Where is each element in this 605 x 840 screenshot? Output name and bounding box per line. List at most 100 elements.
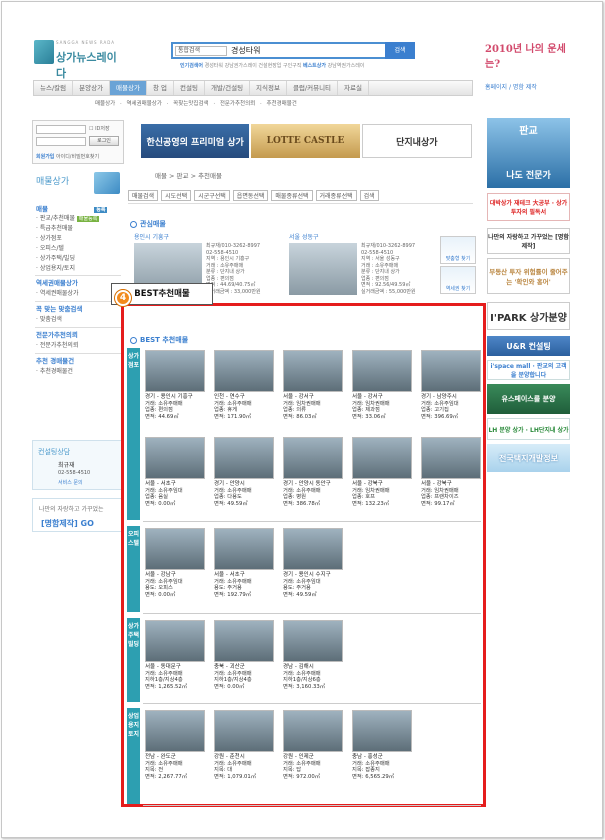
property-photo[interactable] [145, 528, 205, 570]
property-photo[interactable] [352, 350, 412, 392]
ad-business-card[interactable]: 나만의 자랑하고 가꾸었는 [명함제작] [487, 228, 570, 254]
nav-item[interactable]: 뉴스/칼럼 [34, 81, 74, 95]
property-photo[interactable] [214, 710, 274, 752]
menu-head[interactable]: 역세권매물상가 [36, 277, 78, 287]
ad-ipark[interactable]: I'PARK 상가분양 [487, 302, 570, 330]
sidebar-item[interactable]: · 상가주택/빌딩 [36, 253, 75, 262]
property-item[interactable]: 강원 - 인제군 거래: 소유주매매 지목: 답 면적: 972.00㎡ [283, 710, 347, 780]
station-search-link[interactable]: 역세권 찾기 [440, 266, 476, 294]
sidebar-item[interactable]: · 맞춤검색 [36, 314, 62, 323]
consult-box[interactable]: 컨설팅상담 최규재 02-558-4510 서비스 문의 [32, 440, 124, 490]
custom-search-link[interactable]: 맞춤형 찾기 [440, 236, 476, 264]
filter-select[interactable]: 읍면동선택 [232, 190, 269, 201]
ad-uspace[interactable]: 유스페이스를 분양 [487, 384, 570, 414]
login-button[interactable]: 로그인 [89, 136, 119, 146]
find-account-link[interactable]: 아이디/비밀번호찾기 [56, 154, 99, 160]
ad-pangyo[interactable]: 판교 나도 전문가 [487, 118, 570, 188]
id-input[interactable] [36, 125, 86, 134]
ad-store-investment[interactable]: 대박상가 재테크 大공부 · 상가투자의 필독서 [487, 193, 570, 221]
ad-lh-store[interactable]: LH 분양 상가 · LH단지내 상가 [487, 418, 570, 440]
ad-land-development[interactable]: 전국택지개발정보 [487, 444, 570, 472]
menu-head[interactable]: 꼭 맞는 맞춤검색 [36, 303, 82, 313]
property-photo[interactable] [283, 437, 343, 479]
nav-item[interactable]: 분양상가 [73, 81, 111, 95]
property-item[interactable]: 전남 - 완도군 거래: 소유주매매 지목: 전 면적: 2,267.77㎡ [145, 710, 209, 780]
banner-lotte-castle[interactable]: LOTTE CASTLE [251, 124, 360, 158]
property-item[interactable]: 서울 - 강남구 거래: 소유주임대 용도: 오피스 면적: 0.00㎡ [145, 528, 209, 598]
property-photo[interactable] [421, 437, 481, 479]
property-item[interactable]: 경기 - 용인시 수지구 거래: 소유주임대 용도: 주거용 면적: 49.59㎡ [283, 528, 347, 598]
sidebar-item[interactable]: · 판교/추천매물 매물등록 [36, 213, 100, 222]
nav-item[interactable]: 클럽/커뮤니티 [287, 81, 339, 95]
search-button[interactable]: 검색 [385, 42, 415, 59]
password-input[interactable] [36, 137, 86, 146]
nav-item[interactable]: 매물상가 [110, 81, 147, 95]
property-item[interactable]: 서울 - 강서구 거래: 임차권매매 업종: 제과점 면적: 33.06㎡ [352, 350, 416, 420]
property-photo[interactable] [352, 710, 412, 752]
property-item[interactable]: 인천 - 연수구 거래: 소유주매매 업종: 휴게 면적: 171.90㎡ [214, 350, 278, 420]
filter-select[interactable]: 매물종류선택 [271, 190, 313, 201]
homepage-card-link[interactable]: 홈페이지 / 명함 제작 [485, 82, 537, 91]
property-photo[interactable] [289, 243, 357, 295]
filter-select[interactable]: 거래종류선택 [315, 190, 357, 201]
property-photo[interactable] [145, 620, 205, 662]
property-photo[interactable] [214, 528, 274, 570]
property-item[interactable]: 경기 - 안양시 거래: 소유주매매 업종: 다용도 면적: 49.59㎡ [214, 437, 278, 507]
green-badge[interactable]: 매물등록 [76, 216, 100, 222]
nav-item[interactable]: 창 업 [147, 81, 174, 95]
category-tab[interactable]: 오피스텔 [127, 526, 140, 612]
property-photo[interactable] [421, 350, 481, 392]
search-input[interactable]: 경성타워 [231, 45, 260, 56]
property-photo[interactable] [352, 437, 412, 479]
property-photo[interactable] [214, 437, 274, 479]
sidebar-item[interactable]: · 특급추천매물 [36, 223, 73, 232]
menu-head[interactable]: 추천 경매물건 [36, 355, 74, 365]
search-category-select[interactable]: 통합검색 [175, 46, 227, 56]
property-item[interactable]: 서울 - 동대문구 거래: 소유주매매 지하1층/지상4층 면적: 1,265.52㎡ [145, 620, 209, 690]
property-item[interactable]: 경기 - 안양시 동안구 거래: 소유주매매 업종: 병원 면적: 386.78㎡ [283, 437, 347, 507]
property-item[interactable]: 경기 - 용인시 기흥구 거래: 소유주매매 업종: 편의점 면적: 44.69㎡ [145, 350, 209, 420]
property-photo[interactable] [214, 620, 274, 662]
filter-select[interactable]: 시도선택 [161, 190, 192, 201]
property-item[interactable]: 서울 - 강북구 거래: 임차권매매 업종: 프랜차이즈 면적: 99.17㎡ [421, 437, 485, 507]
nav-item[interactable]: 지식정보 [250, 81, 287, 95]
nav-item[interactable]: 개발/건설팅 [205, 81, 251, 95]
property-photo[interactable] [214, 350, 274, 392]
sidebar-item[interactable]: · 전문가추천의뢰 [36, 340, 78, 349]
sidebar-item[interactable]: · 역세권매물상가 [36, 288, 78, 297]
sidebar-item[interactable]: · 상업용지/토지 [36, 263, 75, 272]
menu-head[interactable]: 매물 등록 [36, 203, 108, 213]
property-photo[interactable] [283, 350, 343, 392]
nav-item[interactable]: 컨설팅 [174, 81, 205, 95]
property-photo[interactable] [145, 437, 205, 479]
banner-hanshin[interactable]: 한신공영의 프리미엄 상가 [141, 124, 250, 158]
banner-complex-store[interactable]: 단지내상가 [361, 124, 472, 158]
property-item[interactable]: 서울 - 서초구 거래: 소유주매매 용도: 주거용 면적: 192.79㎡ [214, 528, 278, 598]
property-item[interactable]: 서울 - 강서구 거래: 임차권매매 업종: 의류 면적: 86.03㎡ [283, 350, 347, 420]
ad-real-estate[interactable]: 부동산 투자 위험률이 줄어주는 '확인와 홍어' [487, 258, 570, 294]
property-photo[interactable] [145, 350, 205, 392]
property-item[interactable]: 충남 - 홍성군 거래: 소유주매매 지목: 잡종지 면적: 6,565.29㎡ [352, 710, 416, 780]
property-item[interactable]: 강원 - 춘천시 거래: 소유주매매 지목: 대 면적: 1,079.01㎡ [214, 710, 278, 780]
property-photo[interactable] [283, 620, 343, 662]
property-photo[interactable] [145, 710, 205, 752]
menu-head[interactable]: 전문가추천의뢰 [36, 329, 78, 339]
consult-service[interactable]: 서비스 문의 [58, 479, 83, 486]
ad-ispace-mall[interactable]: i'space mall · 판교의 고객을 분양합니다 [487, 360, 570, 380]
sidebar-item[interactable]: · 상가점포 [36, 233, 62, 242]
concern-item[interactable]: 서울 성동구 최규재/010-3262-8997 02-558-4510 지역 … [285, 230, 447, 300]
popular-keywords[interactable]: 경성타워 강남권가스레이 건설현장입 구인구직 [205, 63, 302, 69]
property-photo[interactable] [283, 528, 343, 570]
sidebar-item[interactable]: · 추천경매물건 [36, 366, 73, 375]
property-item[interactable]: 서울 - 강북구 거래: 임차권매매 업종: 호프 면적: 132.23㎡ [352, 437, 416, 507]
property-photo[interactable] [283, 710, 343, 752]
property-item[interactable]: 충북 - 괴산군 거래: 소유주매매 지하1층/지상4층 면적: 0.00㎡ [214, 620, 278, 690]
site-logo[interactable]: SANGGA NEWS RADA 상가뉴스레이다 [34, 40, 126, 80]
id-save-checkbox[interactable]: ☐ ID저장 [89, 125, 110, 132]
property-item[interactable]: 경남 - 김해시 거래: 소유주매매 지하1층/지상6층 면적: 3,160.33㎡ [283, 620, 347, 690]
best-keywords[interactable]: 강남역권가스레이 [328, 63, 365, 69]
category-tab[interactable]: 상가주택빌딩 [127, 618, 140, 702]
filter-select[interactable]: 검색 [359, 190, 379, 201]
nav-item[interactable]: 자료실 [338, 81, 369, 95]
property-item[interactable]: 경기 - 남양주시 거래: 소유주임대 업종: 고기집 면적: 396.69㎡ [421, 350, 485, 420]
